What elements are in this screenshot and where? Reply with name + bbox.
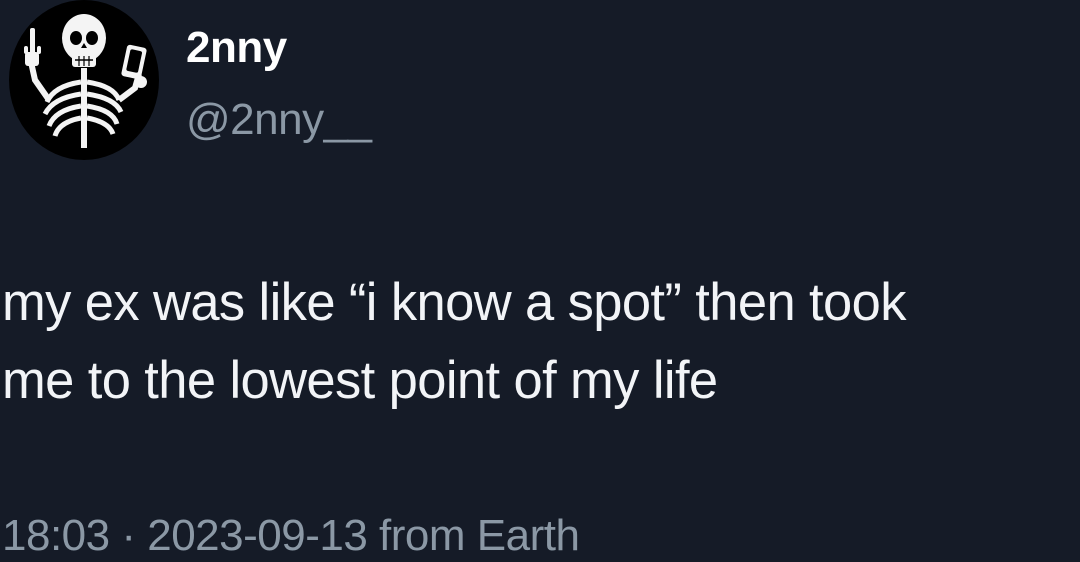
tweet-card: 2nny @2nny__ my ex was like “i know a sp… bbox=[0, 0, 1080, 562]
author-display-name[interactable]: 2nny bbox=[186, 22, 372, 74]
tweet-text-line-1: my ex was like “i know a spot” then took bbox=[2, 273, 906, 332]
skeleton-avatar-icon bbox=[24, 14, 147, 148]
tweet-text: my ex was like “i know a spot” then took… bbox=[2, 264, 1078, 420]
tweet-meta: 18:03 · 2023-09-13 from Earth bbox=[2, 510, 580, 562]
tweet-time[interactable]: 18:03 bbox=[2, 511, 110, 560]
tweet-header: 2nny @2nny__ bbox=[0, 0, 1080, 170]
author-handle[interactable]: @2nny__ bbox=[186, 94, 372, 146]
avatar[interactable] bbox=[9, 0, 159, 160]
tweet-text-line-2: me to the lowest point of my life bbox=[2, 351, 718, 410]
meta-separator: · bbox=[109, 511, 148, 560]
author-names: 2nny @2nny__ bbox=[186, 22, 372, 146]
tweet-date[interactable]: 2023-09-13 bbox=[147, 511, 368, 560]
tweet-source: from Earth bbox=[367, 511, 580, 560]
